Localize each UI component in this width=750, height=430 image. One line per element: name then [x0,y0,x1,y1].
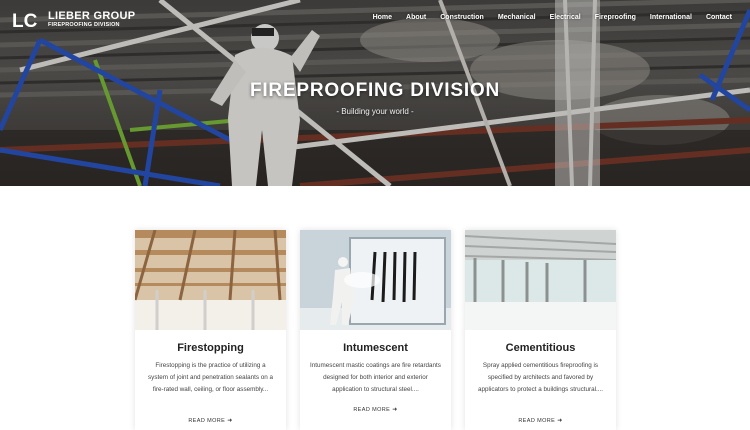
nav-fireproofing[interactable]: Fireproofing [595,14,636,21]
firestopping-image [135,230,286,330]
hero-title: FIREPROOFING DIVISION [249,80,501,101]
brand-name: LIEBER GROUP [48,10,136,23]
brand-division: FIREPROOFING DIVISION [48,22,120,29]
logo-mark-icon: LC [12,11,38,30]
arrow-right-icon: ➜ [557,418,563,424]
card-title: Firestopping [177,342,244,354]
service-card-cementitious[interactable]: Cementitious Spray applied cementitious … [465,230,616,430]
card-description: Firestopping is the practice of utilizin… [148,362,273,393]
cementitious-image [465,230,616,330]
read-more-link[interactable]: READ MORE ➜ [465,417,616,424]
nav-mechanical[interactable]: Mechanical [498,14,536,21]
card-description: Spray applied cementitious fireproofing … [478,362,603,393]
intumescent-image [300,230,451,330]
card-description: Intumescent mastic coatings are fire ret… [310,362,441,393]
hero-tagline: - Building your world - [336,107,414,116]
service-card-firestopping[interactable]: Firestopping Firestopping is the practic… [135,230,286,430]
nav-about[interactable]: About [406,14,426,21]
nav-international[interactable]: International [650,14,692,21]
svg-text:LC: LC [12,11,38,30]
card-title: Intumescent [343,342,408,354]
card-title: Cementitious [505,342,576,354]
nav-electrical[interactable]: Electrical [550,14,581,21]
brand-logo[interactable]: LC LIEBER GROUP FIREPROOFING DIVISION [12,10,135,30]
hero-banner: LC LIEBER GROUP FIREPROOFING DIVISION Ho… [0,0,750,186]
nav-home[interactable]: Home [373,14,392,21]
nav-construction[interactable]: Construction [440,14,484,21]
read-more-link[interactable]: READ MORE ➜ [300,406,451,413]
arrow-right-icon: ➜ [392,407,398,413]
service-card-intumescent[interactable]: Intumescent Intumescent mastic coatings … [300,230,451,430]
main-nav: Home About Construction Mechanical Elect… [359,14,732,21]
arrow-right-icon: ➜ [227,418,233,424]
read-more-link[interactable]: READ MORE ➜ [135,417,286,424]
nav-contact[interactable]: Contact [706,14,732,21]
